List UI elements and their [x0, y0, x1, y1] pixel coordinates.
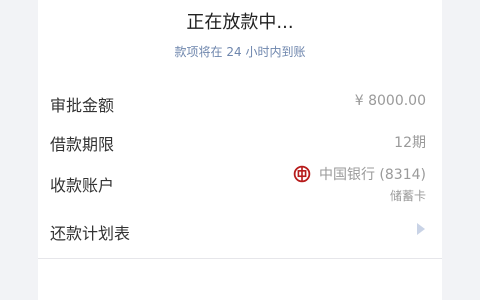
- approved-amount-value: ¥ 8000.00: [354, 93, 426, 109]
- loan-term-row: 借款期限 12期: [50, 125, 426, 155]
- status-title: 正在放款中...: [186, 12, 294, 33]
- lower-panel: [38, 259, 442, 300]
- loan-status-card: 正在放款中... 款项将在 24 小时内到账 审批金额 ¥ 8000.00 借款…: [38, 0, 442, 259]
- approved-amount-row: 审批金额 ¥ 8000.00: [50, 86, 426, 116]
- bank-of-china-icon: [293, 165, 311, 183]
- card-type: 储蓄卡: [389, 189, 426, 203]
- receiving-account-label: 收款账户: [50, 176, 115, 195]
- loan-term-value: 12期: [394, 135, 426, 151]
- repayment-schedule-row[interactable]: 还款计划表: [50, 214, 426, 244]
- status-subtitle: 款项将在 24 小时内到账: [174, 45, 306, 59]
- receiving-account-value: 中国银行 (8314) 储蓄卡: [293, 164, 426, 204]
- loan-term-label: 借款期限: [50, 135, 115, 154]
- bank-name: 中国银行 (8314): [318, 167, 426, 183]
- approved-amount-label: 审批金额: [50, 96, 115, 115]
- chevron-right-icon: [417, 223, 425, 235]
- receiving-account-row: 收款账户 中国银行 (8314) 储蓄卡: [50, 164, 426, 204]
- repayment-schedule-label: 还款计划表: [50, 224, 131, 243]
